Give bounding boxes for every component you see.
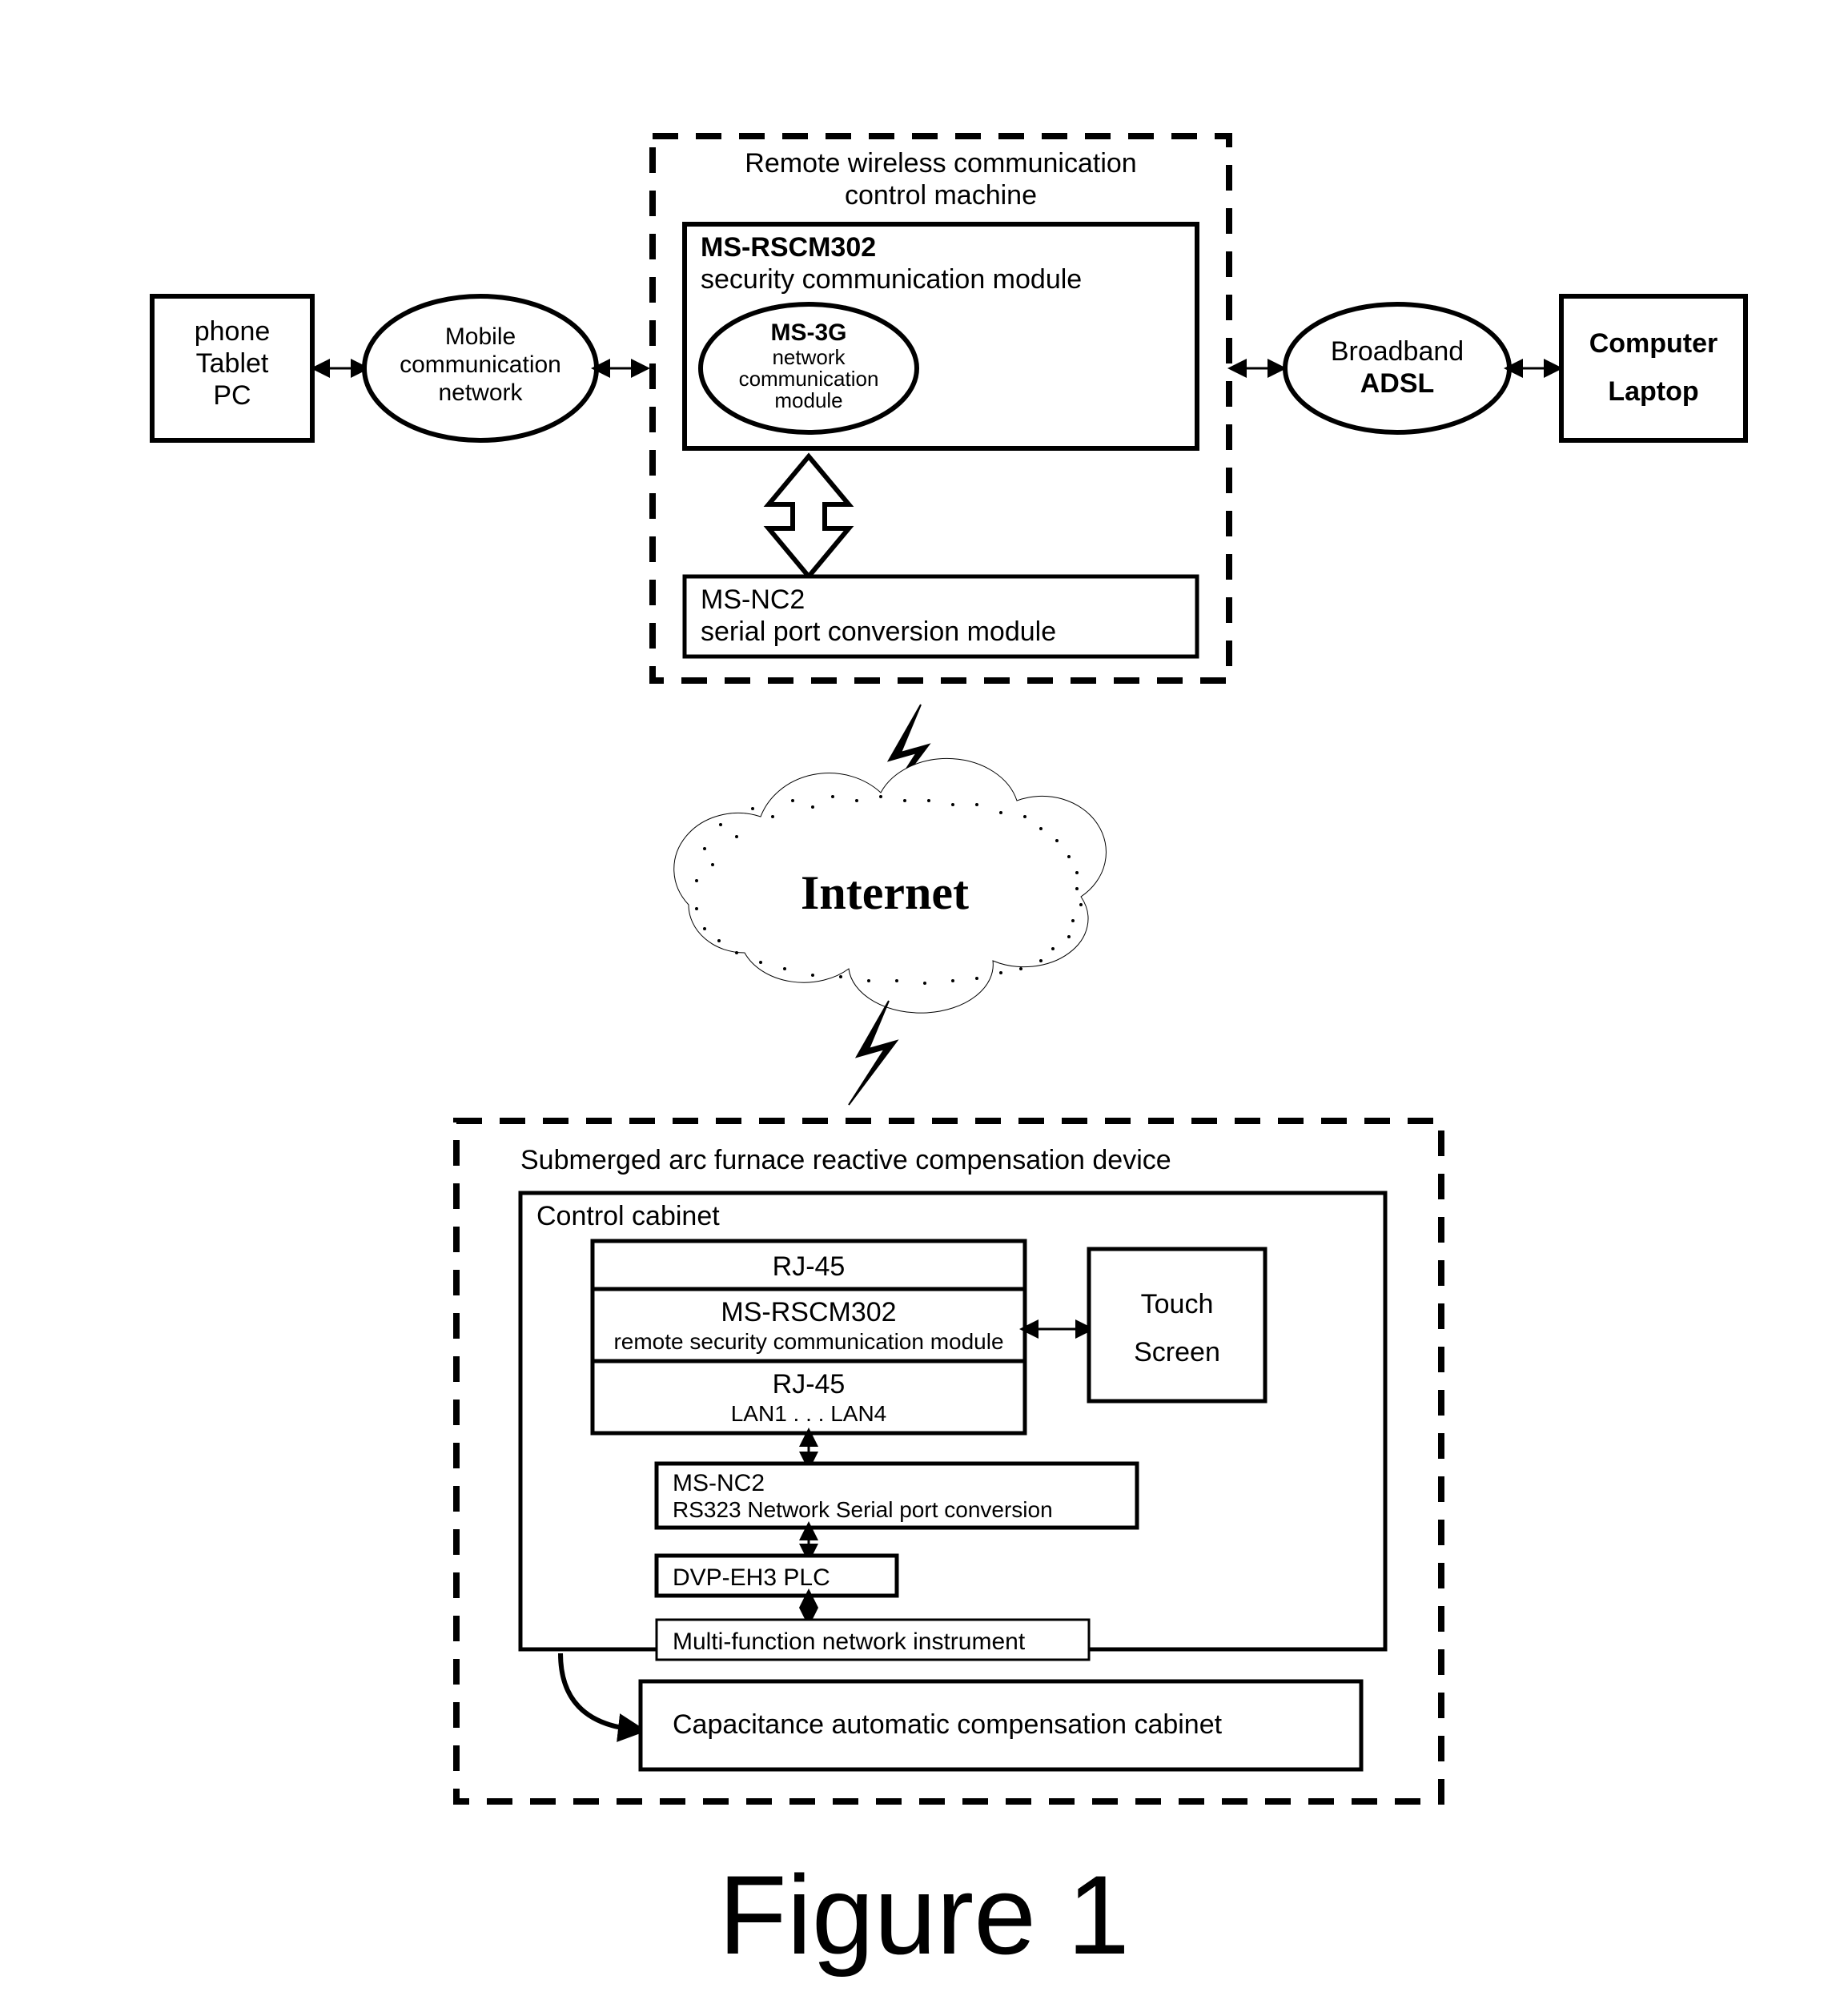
ms3g-l2: communication [739, 367, 879, 391]
computer-box [1561, 296, 1746, 440]
touch-box [1089, 1249, 1265, 1401]
rj45a-label: RJ-45 [773, 1251, 846, 1282]
diagram: phone Tablet PC Mobile communication net… [0, 0, 1848, 2012]
saf-title: Submerged arc furnace reactive compensat… [520, 1145, 1171, 1175]
cc-title: Control cabinet [536, 1201, 720, 1231]
plc-label: DVP-EH3 PLC [673, 1564, 830, 1591]
nc2top-name: MS-NC2 [701, 584, 805, 615]
mobile-l1: Mobile [445, 323, 516, 350]
touch-l1: Touch [1141, 1289, 1214, 1319]
phone-l3: PC [213, 380, 251, 411]
ms3g-l3: module [774, 388, 842, 412]
ms3g-l1: network [772, 345, 846, 369]
rscm-desc: security communication module [701, 264, 1082, 295]
rscm2-name: MS-RSCM302 [721, 1297, 896, 1327]
nc2-name: MS-NC2 [673, 1470, 765, 1496]
lightning-bottom-icon [849, 1001, 897, 1105]
rwcm-title2: control machine [845, 180, 1037, 211]
big-double-arrow-icon [769, 456, 849, 576]
mobile-l3: network [438, 380, 523, 406]
rj45b-name: RJ-45 [773, 1369, 846, 1400]
curve-arrow [560, 1653, 633, 1729]
mfni-label: Multi-function network instrument [673, 1628, 1026, 1655]
ms3g-name: MS-3G [770, 319, 846, 346]
rwcm-title1: Remote wireless communication [745, 148, 1136, 179]
rscm2-desc: remote security communication module [613, 1329, 1003, 1354]
rj45b-lan: LAN1 . . . LAN4 [731, 1401, 887, 1426]
computer-l1: Computer [1589, 328, 1718, 359]
mobile-l2: communication [400, 351, 561, 378]
internet-label: Internet [801, 866, 969, 919]
phone-l2: Tablet [196, 348, 269, 379]
adsl-l1: Broadband [1331, 336, 1464, 367]
internet-cloud: Internet [674, 758, 1107, 1013]
touch-l2: Screen [1134, 1337, 1220, 1367]
nc2-desc: RS323 Network Serial port conversion [673, 1497, 1053, 1522]
figure-caption: Figure 1 [718, 1852, 1130, 1978]
nc2top-desc: serial port conversion module [701, 616, 1056, 647]
cac-label: Capacitance automatic compensation cabin… [673, 1709, 1223, 1740]
computer-l2: Laptop [1608, 376, 1698, 407]
rscm-name: MS-RSCM302 [701, 232, 876, 263]
phone-l1: phone [195, 316, 271, 347]
adsl-l2: ADSL [1360, 368, 1435, 399]
